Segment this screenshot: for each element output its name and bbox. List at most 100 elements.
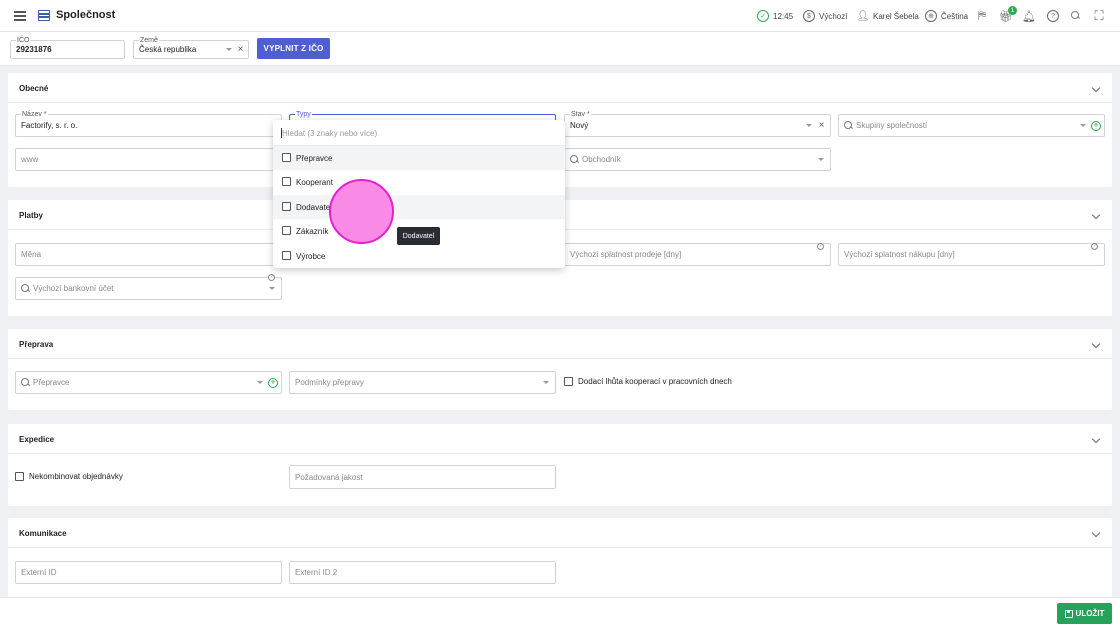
currency-selector[interactable]: $ Výchozí: [803, 9, 847, 23]
required-quality-field[interactable]: Požadovaná jakost: [289, 465, 556, 489]
chevron-down-icon[interactable]: [226, 47, 232, 51]
dollar-icon: $: [803, 10, 815, 22]
communication-section-header[interactable]: Komunikace: [8, 518, 1112, 548]
general-section-header[interactable]: Obecné: [8, 73, 1112, 103]
cooperation-days-checkbox[interactable]: [564, 377, 573, 386]
name-value: Factorify, s. r. o.: [21, 121, 78, 130]
help-icon[interactable]: ?: [1046, 9, 1060, 23]
notification-badge: 1: [1008, 6, 1017, 15]
transport-section-header[interactable]: Přeprava: [8, 329, 1112, 359]
option-checkbox[interactable]: [282, 177, 291, 186]
save-icon: [1064, 609, 1073, 618]
help-icon[interactable]: ?: [268, 274, 275, 281]
no-combine-orders-label: Nekombinovat objednávky: [29, 472, 123, 481]
signpost-icon[interactable]: ⛿: [975, 9, 989, 23]
chevron-down-icon[interactable]: [269, 286, 275, 290]
search-icon: [570, 154, 579, 164]
name-field[interactable]: Název * Factorify, s. r. o.: [15, 110, 282, 137]
sale-due-placeholder: Výchozí splatnost prodeje [dny]: [570, 250, 682, 259]
bell-icon[interactable]: 🔔︎: [1022, 9, 1036, 23]
www-field[interactable]: www: [15, 148, 282, 171]
user-icon: 👤︎: [856, 10, 870, 22]
option-label: Zákazník: [296, 227, 329, 236]
time-text: 12:45: [773, 11, 794, 21]
clear-icon[interactable]: ×: [236, 44, 245, 54]
footer-bar: [0, 597, 1120, 630]
cursor-highlight: [329, 179, 394, 244]
carrier-placeholder: Přepravce: [33, 378, 70, 387]
carrier-select[interactable]: Přepravce +: [15, 371, 282, 394]
section-title: Platby: [19, 210, 44, 220]
fill-from-ico-button[interactable]: VYPLNIT Z IČO: [257, 38, 330, 59]
expedition-section-header[interactable]: Expedice: [8, 424, 1112, 454]
user-name: Karel Šebela: [873, 11, 919, 21]
purchase-due-field[interactable]: Výchozí splatnost nákupu [dny] ?: [838, 243, 1105, 266]
option-checkbox[interactable]: [282, 251, 291, 260]
ico-field[interactable]: IČO 29231876: [10, 36, 125, 59]
type-option-cooperant[interactable]: Kooperant: [273, 170, 565, 194]
save-button[interactable]: ULOŽIT: [1057, 603, 1112, 624]
external-id-field[interactable]: Externí ID: [15, 561, 282, 584]
company-groups-placeholder: Skupiny společností: [856, 121, 928, 130]
search-icon: [844, 120, 853, 130]
globe-icon: ⊕: [925, 10, 937, 22]
clear-icon[interactable]: ×: [817, 120, 826, 130]
sale-due-field[interactable]: Výchozí splatnost prodeje [dny] ?: [564, 243, 831, 266]
option-checkbox[interactable]: [282, 202, 291, 211]
help-icon[interactable]: ?: [817, 243, 824, 250]
search-icon: [21, 377, 30, 387]
type-option-manufacturer[interactable]: Výrobce: [273, 244, 565, 268]
company-groups-select[interactable]: Skupiny společností +: [838, 114, 1105, 137]
chevron-down-icon[interactable]: [1091, 434, 1101, 444]
option-label: Výrobce: [296, 252, 326, 261]
transport-conditions-select[interactable]: Podmínky přepravy: [289, 371, 556, 394]
country-value: Česká republika: [139, 45, 197, 54]
chevron-down-icon[interactable]: [806, 123, 812, 127]
salesman-placeholder: Obchodník: [582, 155, 621, 164]
currency-placeholder: Měna: [21, 250, 42, 259]
currency-field[interactable]: Měna: [15, 243, 282, 266]
search-icon[interactable]: [1069, 9, 1083, 23]
external-id-2-field[interactable]: Externí ID 2: [289, 561, 556, 584]
chevron-down-icon[interactable]: [1091, 528, 1101, 538]
chevron-down-icon[interactable]: [1091, 339, 1101, 349]
clock-status[interactable]: ✓ 12:45: [757, 9, 793, 23]
add-icon[interactable]: +: [1091, 120, 1101, 131]
transport-conditions-placeholder: Podmínky přepravy: [295, 378, 364, 387]
bank-account-select[interactable]: Výchozí bankovní účet ?: [15, 274, 282, 300]
language-selector[interactable]: ⊕ Čeština: [925, 9, 968, 23]
chevron-down-icon[interactable]: [818, 157, 824, 161]
language-text: Čeština: [941, 11, 969, 21]
chevron-down-icon[interactable]: [1091, 210, 1101, 220]
top-bar: Společnost ✓ 12:45 $ Výchozí 👤︎ Karel Še…: [0, 0, 1120, 32]
types-search-placeholder: Hledat (3 znaky nebo více): [282, 128, 378, 138]
country-select[interactable]: Země Česká republika ×: [133, 36, 249, 59]
external-id-2-placeholder: Externí ID 2: [295, 568, 338, 577]
section-title: Expedice: [19, 434, 55, 444]
external-id-placeholder: Externí ID: [21, 568, 57, 577]
menu-icon[interactable]: [14, 11, 26, 21]
chevron-down-icon[interactable]: [1080, 123, 1086, 127]
expand-icon[interactable]: ⛶: [1092, 8, 1106, 23]
chevron-down-icon[interactable]: [257, 380, 263, 384]
ico-value: 29231876: [16, 45, 52, 54]
chevron-down-icon[interactable]: [1091, 83, 1101, 93]
chevron-down-icon[interactable]: [543, 380, 549, 384]
types-search-input[interactable]: Hledat (3 znaky nebo více): [273, 120, 565, 146]
expedition-section: Expedice: [8, 424, 1112, 506]
type-option-carrier[interactable]: Přepravce: [273, 146, 565, 170]
help-icon[interactable]: ?: [1091, 243, 1098, 250]
user-menu[interactable]: 👤︎ Karel Šebela: [857, 9, 919, 23]
check-circle-icon: ✓: [757, 10, 769, 22]
add-icon[interactable]: +: [268, 377, 278, 388]
no-combine-orders-checkbox[interactable]: [15, 472, 24, 481]
option-checkbox[interactable]: [282, 153, 291, 162]
transport-section: Přeprava: [8, 329, 1112, 410]
salesman-select[interactable]: Obchodník: [564, 148, 831, 171]
option-checkbox[interactable]: [282, 226, 291, 235]
communication-section: Komunikace: [8, 518, 1112, 600]
state-select[interactable]: Stav * Nový ×: [564, 110, 831, 137]
type-option-supplier[interactable]: Dodavatel: [273, 195, 565, 219]
purchase-due-placeholder: Výchozí splatnost nákupu [dny]: [844, 250, 955, 259]
bank-account-placeholder: Výchozí bankovní účet: [33, 284, 114, 293]
